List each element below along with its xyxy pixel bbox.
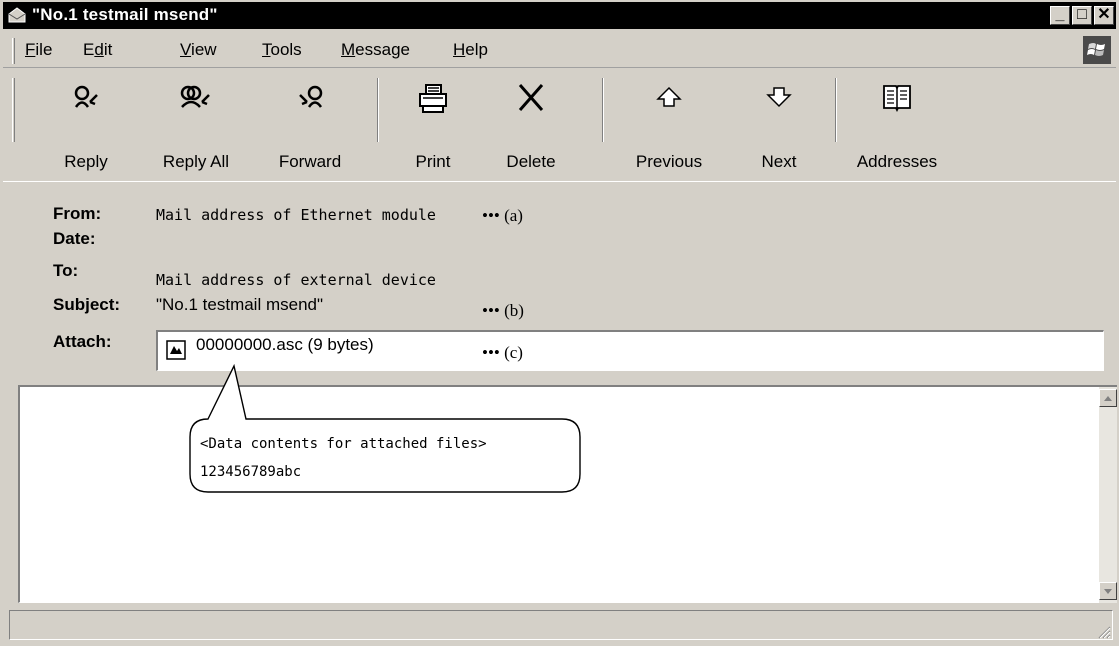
vertical-scrollbar[interactable] — [1099, 387, 1117, 603]
status-bar — [3, 610, 1116, 643]
toolbar-grip[interactable] — [12, 78, 15, 142]
address-book-icon — [883, 85, 911, 112]
status-field — [9, 610, 1113, 640]
from-label: From: — [53, 204, 102, 223]
attach-label: Attach: — [53, 332, 112, 351]
triangle-up-icon — [1104, 396, 1112, 401]
windows-logo-icon — [1083, 36, 1111, 64]
toolbar-separator — [602, 78, 604, 142]
message-header: From: Mail address of Ethernet module ••… — [3, 184, 1116, 372]
note-b: ••• (b) — [482, 301, 524, 320]
menu-tools[interactable]: Tools — [262, 40, 302, 60]
scroll-up-button[interactable] — [1099, 389, 1117, 407]
toolbar: Reply Reply All Forward Print Delete Pre… — [3, 70, 1116, 182]
maximize-button[interactable]: □ — [1072, 6, 1092, 25]
reply-all-button[interactable]: Reply All — [150, 70, 242, 182]
to-value: Mail address of external device — [156, 271, 436, 289]
envelope-icon — [8, 7, 26, 23]
reply-button[interactable]: Reply — [45, 70, 127, 182]
forward-icon — [299, 85, 323, 108]
menu-bar: File Edit View Tools Message Help — [3, 32, 1116, 68]
menu-grip[interactable] — [12, 38, 15, 64]
callout-content: 123456789abc — [200, 464, 302, 480]
callout-title: <Data contents for attached files> — [200, 436, 487, 452]
subject-label: Subject: — [53, 295, 121, 314]
arrow-down-icon — [766, 87, 792, 108]
date-label: Date: — [53, 229, 96, 248]
message-body[interactable] — [18, 385, 1117, 603]
mail-window: "No.1 testmail msend" _ □ ✕ File Edit Vi… — [0, 0, 1119, 646]
forward-button[interactable]: Forward — [265, 70, 355, 182]
attachment-icon[interactable] — [166, 340, 186, 360]
toolbar-separator — [835, 78, 837, 142]
reply-all-icon — [180, 85, 210, 108]
arrow-up-icon — [656, 86, 682, 107]
delete-icon — [518, 84, 544, 111]
reply-icon — [74, 85, 98, 108]
title-bar[interactable]: "No.1 testmail msend" _ □ ✕ — [3, 2, 1116, 29]
triangle-down-icon — [1104, 589, 1112, 594]
menu-view[interactable]: View — [180, 40, 217, 60]
toolbar-separator — [377, 78, 379, 142]
attachment-field[interactable]: 00000000.asc (9 bytes) — [156, 330, 1104, 371]
note-a: ••• (a) — [482, 206, 523, 225]
from-value: Mail address of Ethernet module — [156, 206, 436, 224]
previous-button[interactable]: Previous — [619, 70, 719, 182]
menu-file[interactable]: File — [25, 40, 52, 60]
addresses-button[interactable]: Addresses — [846, 70, 948, 182]
note-c: ••• (c) — [482, 343, 523, 362]
printer-icon — [419, 84, 447, 113]
menu-help[interactable]: Help — [453, 40, 488, 60]
menu-message[interactable]: Message — [341, 40, 410, 60]
to-label: To: — [53, 261, 79, 280]
menu-edit[interactable]: Edit — [83, 40, 112, 60]
minimize-button[interactable]: _ — [1050, 6, 1070, 25]
window-title: "No.1 testmail msend" — [32, 5, 218, 24]
scroll-down-button[interactable] — [1099, 582, 1117, 600]
print-button[interactable]: Print — [394, 70, 472, 182]
callout-text: <Data contents for attached files> 12345… — [200, 430, 487, 486]
next-button[interactable]: Next — [741, 70, 817, 182]
delete-button[interactable]: Delete — [489, 70, 573, 182]
close-button[interactable]: ✕ — [1094, 6, 1114, 25]
subject-value: "No.1 testmail msend" — [156, 295, 324, 314]
attachment-filename[interactable]: 00000000.asc (9 bytes) — [196, 335, 374, 355]
resize-grip-icon[interactable] — [1095, 623, 1111, 639]
